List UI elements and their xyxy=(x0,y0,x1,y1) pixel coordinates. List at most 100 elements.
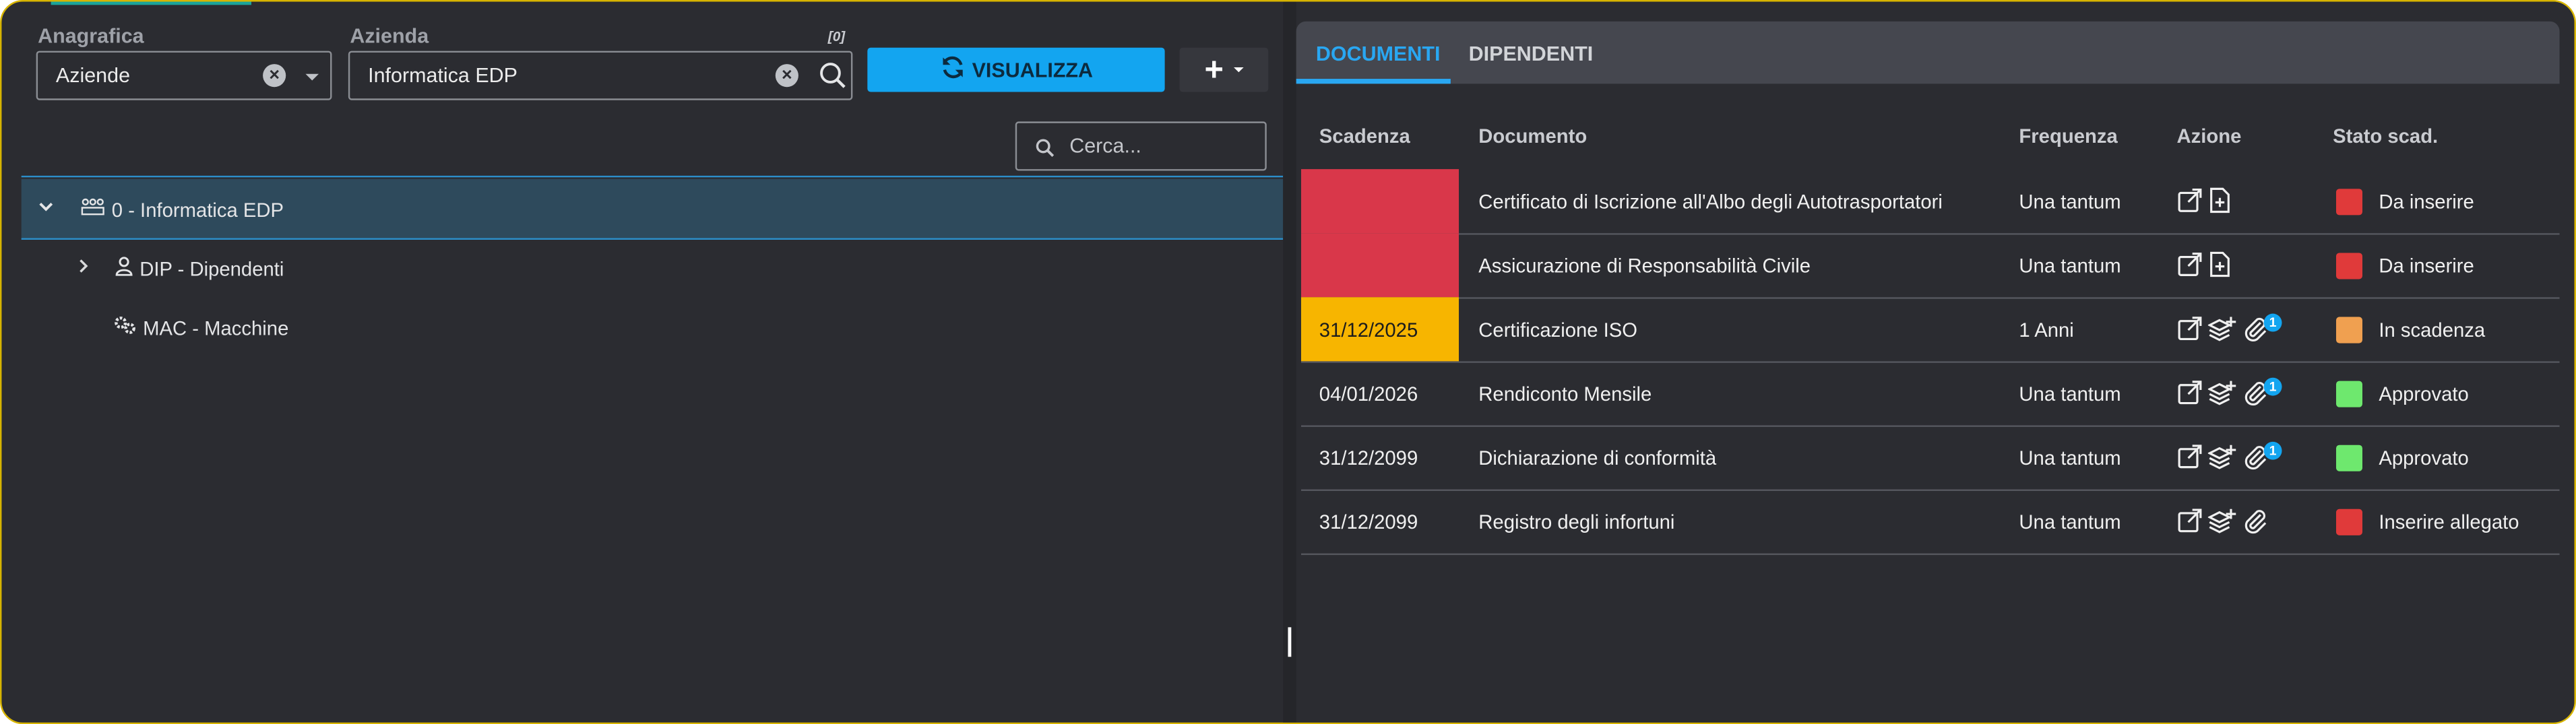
visualizza-button[interactable]: VISUALIZZA xyxy=(867,47,1165,92)
azienda-value: Informatica EDP xyxy=(368,64,518,88)
azione-cell: 1 xyxy=(2176,376,2282,406)
azienda-select[interactable]: Informatica EDP × xyxy=(348,51,853,100)
status-indicator xyxy=(2335,317,2362,343)
table-row[interactable]: 31/12/2099 Dichiarazione di conformità Una… xyxy=(1300,425,2560,491)
frequenza-cell: Una tantum xyxy=(2019,383,2121,406)
table-row[interactable]: Certificato di Iscrizione all'Albo degli… xyxy=(1300,169,2560,235)
scadenza-cell: 04/01/2026 xyxy=(1301,361,1459,425)
open-external-icon[interactable] xyxy=(2176,187,2203,213)
file-add-icon[interactable] xyxy=(2208,187,2231,213)
scadenza-date: 04/01/2026 xyxy=(1319,383,1418,406)
tab-active-indicator xyxy=(1296,79,1451,84)
scadenza-date: 31/12/2099 xyxy=(1319,447,1418,470)
tree-node-mac[interactable]: MAC - Macchine xyxy=(113,315,288,340)
table-row[interactable]: Assicurazione di Responsabilità Civile Un… xyxy=(1300,233,2560,299)
open-external-icon[interactable] xyxy=(2176,443,2203,469)
split-divider[interactable] xyxy=(1283,1,1296,723)
tree-node-label: 0 - Informatica EDP xyxy=(111,197,284,221)
stato-label: Da inserire xyxy=(2379,254,2474,278)
file-add-icon[interactable] xyxy=(2208,251,2231,277)
stato-label: Approvato xyxy=(2379,447,2469,470)
documento-cell[interactable]: Dichiarazione di conformità xyxy=(1478,447,1716,469)
tree-node-dip[interactable]: DIP - Dipendenti xyxy=(75,256,284,281)
azione-cell: 1 xyxy=(2176,440,2282,470)
frequenza-cell: Una tantum xyxy=(2019,254,2121,278)
status-indicator xyxy=(2335,189,2362,216)
layers-add-icon[interactable] xyxy=(2207,315,2238,341)
table-row[interactable]: 04/01/2026 Rendiconto Mensile Una tantum 1 A… xyxy=(1300,361,2560,427)
scadenza-cell: 31/12/2099 xyxy=(1301,425,1459,489)
scadenza-cell xyxy=(1300,233,1459,298)
chevron-right-icon[interactable] xyxy=(75,258,92,279)
tree-node-root[interactable]: 0 - Informatica EDP xyxy=(38,197,284,222)
attachment-count-badge: 1 xyxy=(2263,440,2282,459)
paperclip-icon[interactable] xyxy=(2242,507,2269,534)
layers-add-icon[interactable] xyxy=(2207,443,2238,469)
person-icon xyxy=(115,256,133,281)
stato-label: Approvato xyxy=(2379,383,2469,406)
top-accent-line xyxy=(51,1,252,5)
search-field[interactable]: Cerca... xyxy=(1015,121,1267,171)
attachment-count-badge: 1 xyxy=(2263,376,2282,395)
documento-cell[interactable]: Registro degli infortuni xyxy=(1478,511,1674,533)
tree-node-label: MAC - Macchine xyxy=(143,316,289,339)
frequenza-cell: 1 Anni xyxy=(2019,318,2074,342)
table-row[interactable]: 31/12/2099 Registro degli infortuni Una ta… xyxy=(1300,490,2560,556)
open-external-icon[interactable] xyxy=(2176,507,2203,533)
open-external-icon[interactable] xyxy=(2176,379,2203,405)
documento-cell[interactable]: Certificazione ISO xyxy=(1478,319,1637,341)
chevron-down-icon[interactable] xyxy=(38,199,54,220)
column-header-documento[interactable]: Documento xyxy=(1478,125,1587,147)
scadenza-cell: 31/12/2025 xyxy=(1300,297,1459,362)
stato-label: In scadenza xyxy=(2379,318,2486,342)
status-indicator xyxy=(2335,381,2362,407)
azione-cell xyxy=(2176,187,2230,213)
open-external-icon[interactable] xyxy=(2176,315,2203,341)
documento-cell[interactable]: Rendiconto Mensile xyxy=(1478,383,1652,405)
tree-node-label: DIP - Dipendenti xyxy=(139,257,284,280)
clear-icon[interactable]: × xyxy=(775,64,798,88)
azione-cell: 1 xyxy=(2176,312,2282,341)
azienda-label: Azienda xyxy=(350,24,429,48)
tab-dipendenti[interactable]: DIPENDENTI xyxy=(1469,42,1594,65)
search-icon[interactable] xyxy=(818,61,848,98)
column-header-azione[interactable]: Azione xyxy=(2176,125,2241,147)
column-header-frequenza[interactable]: Frequenza xyxy=(2019,125,2117,147)
frequenza-cell: Una tantum xyxy=(2019,447,2121,470)
stato-label: Inserire allegato xyxy=(2379,511,2519,534)
layers-add-icon[interactable] xyxy=(2207,507,2238,533)
chevron-down-icon[interactable] xyxy=(305,73,319,81)
plus-icon: + xyxy=(1204,51,1224,88)
search-icon xyxy=(1035,136,1055,166)
app-root: Anagrafica Aziende × Azienda [0] Informa… xyxy=(0,0,2576,724)
add-button[interactable]: + xyxy=(1179,47,1269,92)
anagrafica-label: Anagrafica xyxy=(38,24,144,48)
documento-cell[interactable]: Certificato di Iscrizione all'Albo degli… xyxy=(1478,191,1943,213)
status-indicator xyxy=(2335,508,2362,535)
tree-top-border xyxy=(21,175,1284,178)
clear-icon[interactable]: × xyxy=(263,64,286,88)
scadenza-date: 31/12/2099 xyxy=(1319,511,1418,534)
anagrafica-select[interactable]: Aziende × xyxy=(36,51,332,100)
attachment-count-badge: 1 xyxy=(2263,312,2282,331)
azione-cell xyxy=(2176,251,2230,277)
gears-icon xyxy=(113,315,136,340)
selection-count-badge: [0] xyxy=(827,28,846,44)
column-header-scadenza[interactable]: Scadenza xyxy=(1319,125,1410,147)
anagrafica-value: Aziende xyxy=(55,64,131,88)
status-indicator xyxy=(2335,253,2362,279)
split-handle[interactable] xyxy=(1288,627,1292,657)
column-header-stato[interactable]: Stato scad. xyxy=(2333,125,2438,147)
tab-documenti[interactable]: DOCUMENTI xyxy=(1316,42,1441,65)
layers-add-icon[interactable] xyxy=(2207,379,2238,405)
open-external-icon[interactable] xyxy=(2176,251,2203,277)
table-row[interactable]: 31/12/2025 Certificazione ISO 1 Anni 1 In sc… xyxy=(1300,297,2560,363)
search-placeholder: Cerca... xyxy=(1069,134,1141,158)
stato-label: Da inserire xyxy=(2379,190,2474,213)
documento-cell[interactable]: Assicurazione di Responsabilità Civile xyxy=(1478,255,1811,277)
frequenza-cell: Una tantum xyxy=(2019,511,2121,534)
chevron-down-icon xyxy=(1233,67,1244,73)
azione-cell xyxy=(2176,507,2269,534)
company-icon xyxy=(80,197,105,222)
right-panel: DOCUMENTI DIPENDENTI Scadenza Documento … xyxy=(1296,1,2575,723)
